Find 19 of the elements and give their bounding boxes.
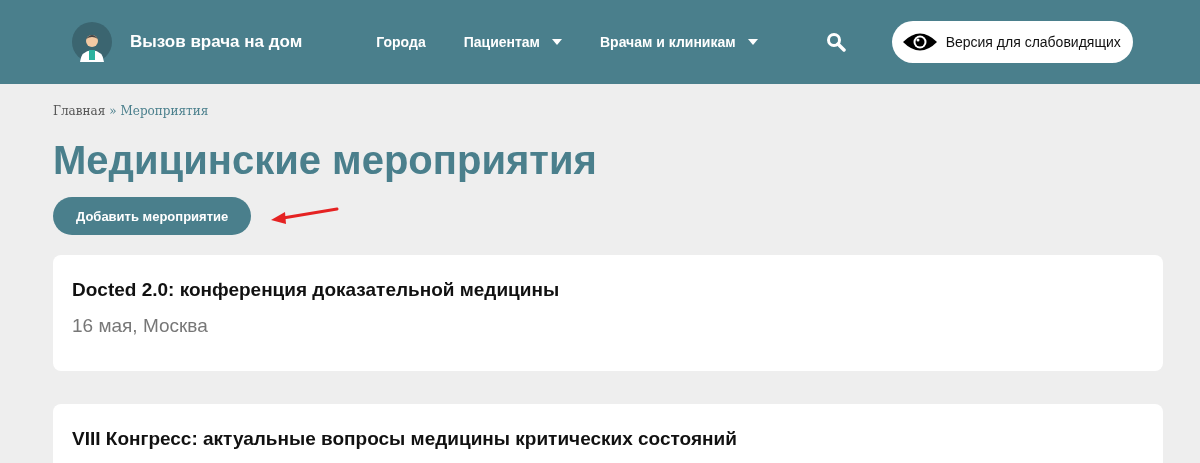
- breadcrumb-link[interactable]: Главная: [53, 104, 106, 118]
- breadcrumb-separator: »: [109, 104, 117, 118]
- doctor-avatar-icon: [72, 22, 112, 62]
- nav-link[interactable]: Пациентам: [463, 34, 562, 50]
- add-event-button[interactable]: Добавить мероприятие: [53, 197, 252, 235]
- nav-link[interactable]: Города: [376, 34, 426, 50]
- breadcrumb-current: Мероприятия: [120, 104, 209, 118]
- event-title[interactable]: VIII Конгресс: актуальные вопросы медицины критических состояний: [72, 428, 1144, 450]
- page-title: Медицинские мероприятия: [53, 138, 598, 183]
- event-title[interactable]: Docted 2.0: конференция доказательной медицины: [72, 279, 1144, 301]
- event-date-location: 16 мая, Москва: [72, 315, 209, 337]
- pointer-arrow-icon: [269, 205, 340, 227]
- caret-icon: [552, 39, 562, 45]
- caret-icon: [747, 39, 758, 45]
- nav-link[interactable]: Врачам и клиникам: [600, 34, 758, 50]
- eye-icon: [901, 31, 938, 53]
- accessibility-button[interactable]: Версия для слабовидящих: [891, 21, 1133, 63]
- site-title[interactable]: Вызов врача на дом: [130, 32, 303, 52]
- search-icon[interactable]: [825, 32, 846, 52]
